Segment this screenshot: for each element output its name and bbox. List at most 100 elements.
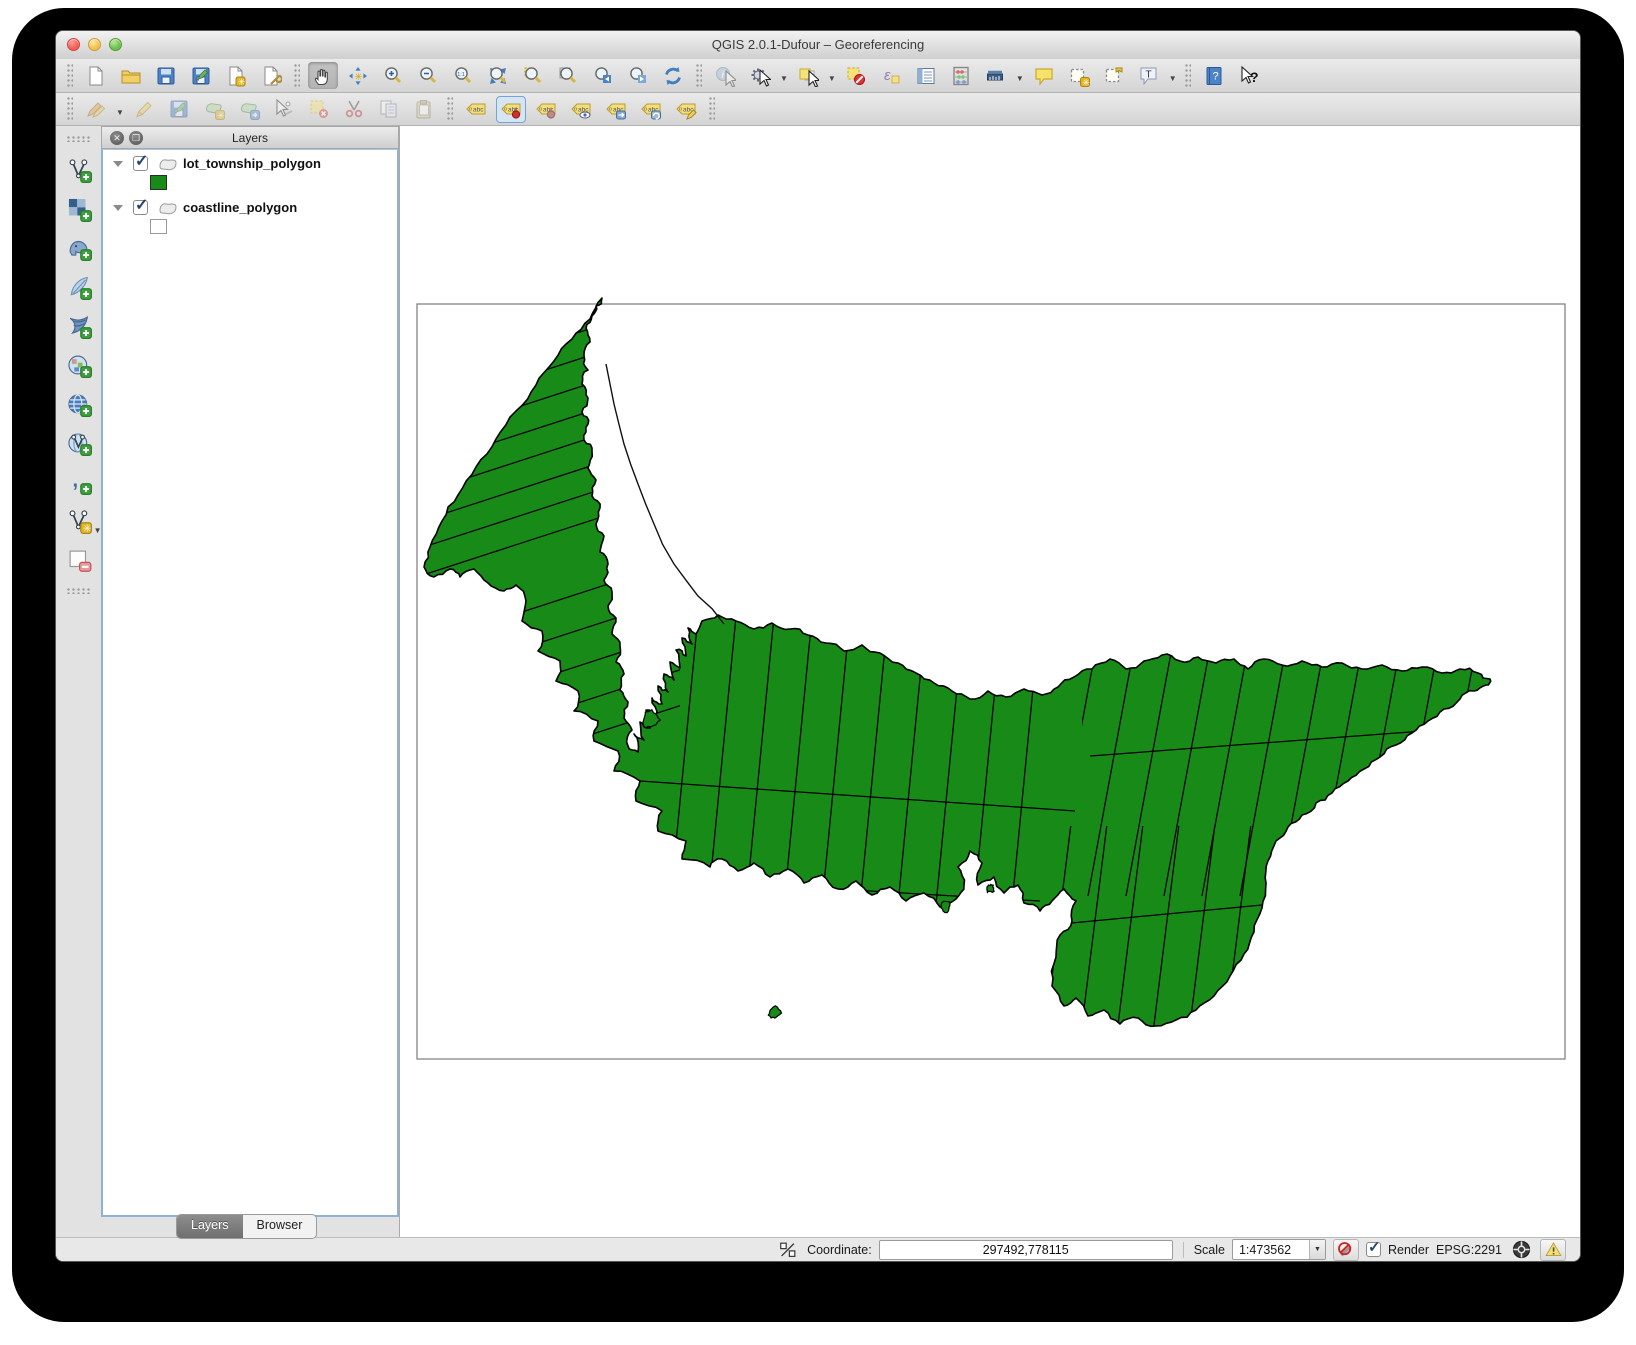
zoom-full-extent-button[interactable] — [483, 62, 513, 89]
highlight-pinned-labels-button[interactable]: abc — [531, 96, 561, 123]
dropdown-arrow-icon[interactable]: ▼ — [1169, 74, 1177, 83]
zoom-native-resolution-button[interactable]: 1:1 — [448, 62, 478, 89]
add-wfs-layer-button[interactable] — [63, 428, 95, 458]
refresh-map-button[interactable] — [658, 62, 688, 89]
save-project-button[interactable] — [151, 62, 181, 89]
change-label-button[interactable]: abc — [671, 96, 701, 123]
crs-status-icon[interactable] — [1509, 1240, 1533, 1260]
add-mssql-layer-button[interactable] — [63, 311, 95, 341]
svg-text:1:1: 1:1 — [457, 71, 465, 77]
whats-this-button[interactable]: ? — [1234, 62, 1264, 89]
zoom-next-button[interactable] — [623, 62, 653, 89]
remove-layer-icon — [66, 547, 92, 573]
deselect-features-button[interactable] — [841, 62, 871, 89]
select-by-expression-button[interactable]: ε — [876, 62, 906, 89]
add-wms-layer-button[interactable] — [63, 350, 95, 380]
paste-features-button — [409, 96, 439, 123]
help-contents-button[interactable]: ? — [1199, 62, 1229, 89]
move-feature-icon — [238, 98, 260, 120]
add-spatialite-icon — [66, 274, 92, 300]
current-edits-icon — [85, 98, 107, 120]
log-messages-warning-icon[interactable] — [1540, 1239, 1566, 1261]
crs-text: EPSG:2291 — [1436, 1243, 1502, 1257]
measure-line-button[interactable] — [981, 62, 1011, 89]
add-delimited-icon: , — [66, 469, 92, 495]
add-feature-icon: ✳ — [203, 98, 225, 120]
statistical-summary-button[interactable] — [946, 62, 976, 89]
dropdown-arrow-icon[interactable]: ▼ — [780, 74, 788, 83]
node-tool-button — [269, 96, 299, 123]
layer-name: lot_township_polygon — [183, 156, 321, 171]
dropdown-arrow-icon[interactable]: ▼ — [1016, 74, 1024, 83]
add-wcs-layer-button[interactable] — [63, 389, 95, 419]
delete-selected-button — [304, 96, 334, 123]
layer-labeling-button[interactable]: abc — [461, 96, 491, 123]
layer-visibility-checkbox[interactable]: ✓ — [133, 156, 148, 171]
zoom-in-button[interactable] — [378, 62, 408, 89]
new-project-button[interactable] — [81, 62, 111, 89]
stop-rendering-icon[interactable] — [1333, 1239, 1359, 1261]
show-bookmarks-button[interactable] — [1099, 62, 1129, 89]
main-content: , ✳▼ ✕ ❐ Layers ✓ lot_township_polygon ✓coa… — [56, 126, 1580, 1237]
dropdown-arrow-icon[interactable]: ▼ — [116, 108, 124, 117]
zoom-last-button[interactable] — [588, 62, 618, 89]
title-bar[interactable]: QGIS 2.0.1-Dufour – Georeferencing — [56, 31, 1580, 60]
map-canvas[interactable] — [399, 126, 1580, 1237]
rotate-label-button[interactable]: abc — [636, 96, 666, 123]
layer-visibility-checkbox[interactable]: ✓ — [133, 200, 148, 215]
scale-value: 1:473562 — [1233, 1243, 1309, 1257]
layer-tree[interactable]: ✓ lot_township_polygon ✓coastline_polygon — [101, 149, 399, 1217]
zoom-out-button[interactable] — [413, 62, 443, 89]
panel-tab-browser[interactable]: Browser — [243, 1215, 317, 1238]
scale-label: Scale — [1194, 1243, 1225, 1257]
composer-manager-button[interactable] — [256, 62, 286, 89]
zoom-to-selection-button[interactable] — [518, 62, 548, 89]
add-vector-layer-button[interactable] — [63, 155, 95, 185]
pan-map-button[interactable] — [308, 62, 338, 89]
dropdown-arrow-icon[interactable]: ▼ — [828, 74, 836, 83]
add-raster-layer-button[interactable] — [63, 194, 95, 224]
panel-tab-layers[interactable]: Layers — [177, 1215, 243, 1238]
scale-combo[interactable]: 1:473562 ▼ — [1232, 1239, 1326, 1260]
map-tips-button[interactable] — [1029, 62, 1059, 89]
panel-tab-bar: LayersBrowser — [176, 1214, 317, 1239]
new-shapefile-layer-button[interactable]: ✳▼ — [63, 506, 95, 536]
save-edits-icon — [168, 98, 190, 120]
show-hide-labels-button[interactable]: abc — [566, 96, 596, 123]
add-wcs-icon — [66, 391, 92, 417]
select-features-button[interactable] — [793, 62, 823, 89]
expand-triangle-icon[interactable] — [113, 161, 123, 167]
open-attribute-table-button[interactable] — [911, 62, 941, 89]
add-postgis-layer-button[interactable] — [63, 233, 95, 263]
add-spatialite-layer-button[interactable] — [63, 272, 95, 302]
svg-text:✳: ✳ — [354, 71, 362, 82]
scale-dropdown-icon[interactable]: ▼ — [1309, 1240, 1325, 1259]
new-print-composer-button[interactable]: ✳ — [221, 62, 251, 89]
expand-triangle-icon[interactable] — [113, 205, 123, 211]
render-checkbox[interactable]: ✓ — [1366, 1242, 1381, 1257]
layer-color-swatch[interactable] — [150, 219, 167, 234]
extents-toggle-icon[interactable] — [776, 1240, 800, 1260]
text-annotation-icon: T — [1138, 65, 1160, 87]
coordinate-input[interactable] — [879, 1240, 1173, 1260]
remove-layer-button[interactable] — [63, 545, 95, 575]
move-label-button[interactable]: abc — [601, 96, 631, 123]
statistics-icon — [950, 65, 972, 87]
layers-panel-header[interactable]: ✕ ❐ Layers — [101, 126, 399, 149]
save-project-as-button[interactable] — [186, 62, 216, 89]
refresh-icon — [662, 65, 684, 87]
text-annotation-button[interactable]: T — [1134, 62, 1164, 89]
whats-this-icon: ? — [1238, 65, 1260, 87]
open-project-button[interactable] — [116, 62, 146, 89]
run-feature-action-button[interactable] — [745, 62, 775, 89]
layer-color-swatch[interactable] — [150, 175, 167, 190]
layer-item[interactable]: ✓coastline_polygon — [103, 198, 397, 218]
new-bookmark-button[interactable]: ✳ — [1064, 62, 1094, 89]
zoom-to-layer-button[interactable] — [553, 62, 583, 89]
add-delimited-text-layer-button[interactable]: , — [63, 467, 95, 497]
pan-to-selection-button[interactable]: ✳ — [343, 62, 373, 89]
polygon-layer-icon — [158, 156, 178, 176]
layer-item[interactable]: ✓ lot_township_polygon — [103, 154, 397, 174]
label-change-icon: abc — [675, 98, 697, 120]
pin-unpin-labels-button[interactable]: abc — [496, 96, 526, 123]
